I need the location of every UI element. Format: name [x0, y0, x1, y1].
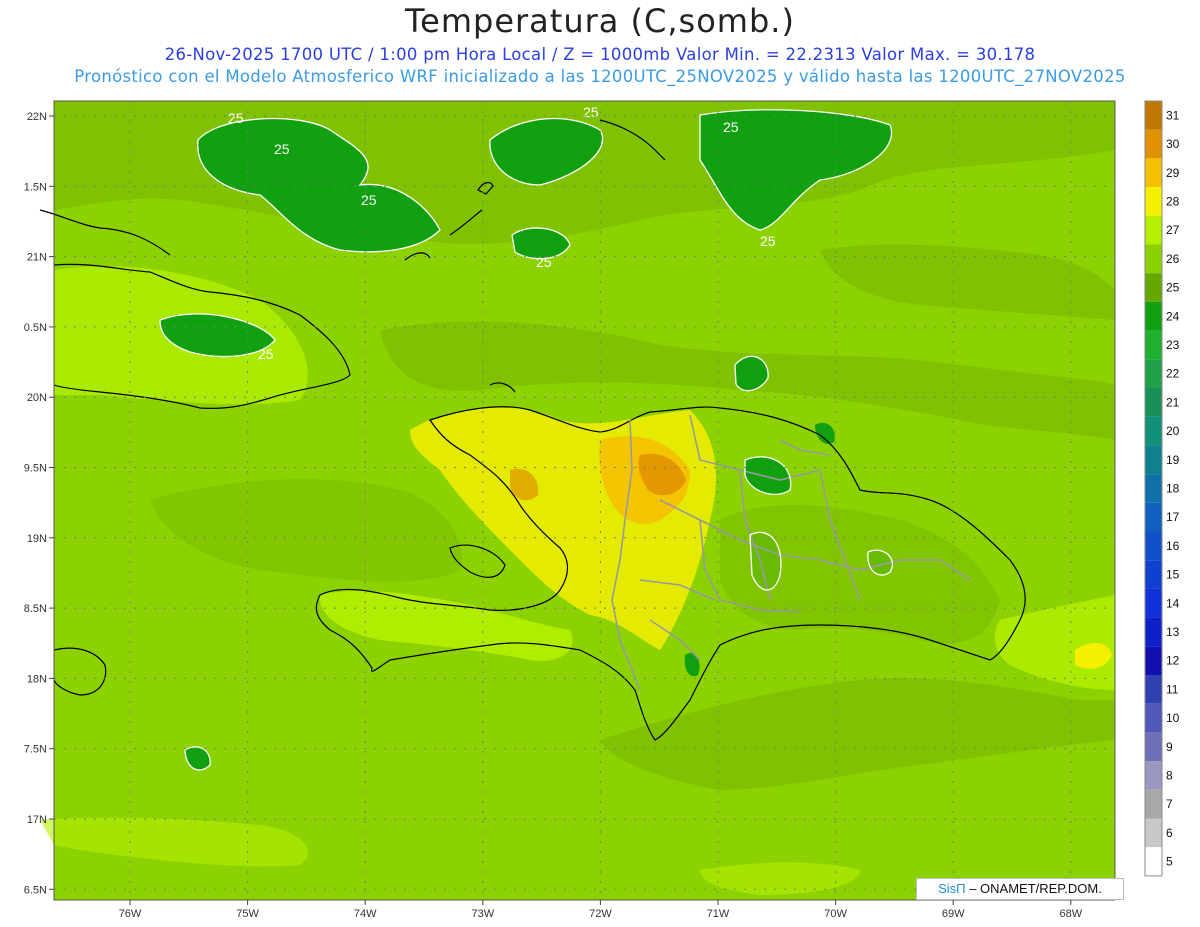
colorbar-swatch [1145, 301, 1162, 331]
colorbar-swatch [1145, 416, 1162, 446]
colorbar-label: 14 [1166, 596, 1180, 610]
lat-tick-label: 21N [27, 252, 47, 264]
colorbar-label: 18 [1166, 481, 1180, 495]
colorbar-swatch [1145, 502, 1162, 532]
colorbar-swatch [1145, 129, 1162, 159]
sispi-logo-text: SisΠ [938, 881, 966, 896]
colorbar-label: 21 [1166, 395, 1180, 409]
colorbar-label: 19 [1166, 453, 1180, 467]
contour-label: 25 [274, 141, 290, 157]
contour-label: 25 [583, 104, 599, 120]
colorbar-label: 7 [1166, 797, 1173, 811]
colorbar-label: 29 [1166, 166, 1180, 180]
colorbar-swatch [1145, 560, 1162, 589]
colorbar-label: 20 [1166, 424, 1180, 438]
colorbar-swatch [1145, 675, 1162, 704]
colorbar-label: 8 [1166, 768, 1173, 782]
colorbar-swatch [1145, 388, 1162, 417]
colorbar-swatch [1145, 818, 1162, 848]
colorbar-swatch [1145, 588, 1162, 618]
colorbar-swatch [1145, 617, 1162, 647]
colorbar-label: 22 [1166, 367, 1180, 381]
latitude-ticks: 22N 1.5N 21N 0.5N 20N 9.5N 19N 8.5N 18N 7.5N 17N 6.… [24, 111, 54, 896]
lon-tick-label: 73W [471, 908, 494, 920]
colorbar-label: 28 [1166, 194, 1180, 208]
contour-label: 25 [258, 346, 274, 362]
colorbar-label: 13 [1166, 625, 1180, 639]
colorbar-swatch [1145, 531, 1162, 561]
lat-tick-label: 0.5N [24, 322, 47, 334]
valid-time-line: 26-Nov-2025 1700 UTC / 1:00 pm Hora Loca… [164, 45, 1036, 64]
colorbar-label: 11 [1166, 682, 1179, 696]
credit-text: – ONAMET/REP.DOM. [969, 881, 1102, 896]
lon-tick-label: 76W [119, 908, 142, 920]
lat-tick-label: 8.5N [24, 603, 47, 615]
credit-box: SisΠ – ONAMET/REP.DOM. [916, 878, 1124, 900]
colorbar-label: 15 [1166, 568, 1180, 582]
colorbar-swatch [1145, 445, 1162, 475]
colorbar-label: 24 [1166, 309, 1180, 323]
contour-label: 25 [760, 233, 776, 249]
lon-tick-label: 70W [824, 908, 847, 920]
lon-tick-label: 68W [1059, 908, 1082, 920]
colorbar-swatch [1145, 789, 1162, 819]
lat-tick-label: 17N [27, 814, 47, 826]
contour-label: 25 [536, 254, 552, 270]
colorbar-label: 26 [1166, 252, 1180, 266]
colorbar-swatch [1145, 646, 1162, 675]
lat-tick-label: 7.5N [24, 744, 47, 756]
contour-label: 25 [228, 110, 244, 126]
lat-tick-label: 18N [27, 673, 47, 685]
colorbar-label: 6 [1166, 826, 1173, 840]
colorbar-swatch [1145, 101, 1162, 130]
colorbar-label: 31 [1166, 108, 1180, 122]
colorbar-swatch [1145, 847, 1162, 876]
longitude-ticks: 76W 75W 74W 73W 72W 71W 70W 69W 68W [119, 900, 1083, 920]
lat-tick-label: 22N [27, 111, 47, 123]
colorbar-swatch [1145, 215, 1162, 245]
colorbar-swatch [1145, 244, 1162, 274]
lat-tick-label: 20N [27, 392, 47, 404]
lat-tick-label: 6.5N [24, 884, 47, 896]
lat-tick-label: 1.5N [24, 181, 47, 193]
contour-label: 25 [361, 192, 377, 208]
colorbar-label: 23 [1166, 338, 1180, 352]
map-figure: 25 25 25 25 25 25 25 25 22N 1.5N 21N 0.5N 20… [24, 100, 1180, 920]
colorbar-swatch [1145, 474, 1162, 503]
lon-tick-label: 75W [236, 908, 259, 920]
colorbar-label: 16 [1166, 539, 1180, 553]
colorbar-swatch [1145, 703, 1162, 733]
colorbar-label: 5 [1166, 855, 1173, 869]
colorbar-swatch [1145, 158, 1162, 188]
colorbar-swatch [1145, 187, 1162, 216]
contour-label: 25 [723, 119, 739, 135]
colorbar-swatch [1145, 732, 1162, 762]
colorbar-swatch [1145, 761, 1162, 790]
lat-tick-label: 9.5N [24, 463, 47, 475]
colorbar-label: 9 [1166, 740, 1173, 754]
colorbar: 31 30 29 28 27 26 25 24 23 22 21 20 19 18 17 16 15 14 13 12… [1144, 100, 1180, 877]
colorbar-swatch [1145, 330, 1162, 360]
lon-tick-label: 72W [589, 908, 612, 920]
lon-tick-label: 71W [707, 908, 730, 920]
colorbar-label: 10 [1166, 711, 1180, 725]
colorbar-label: 30 [1166, 137, 1180, 151]
colorbar-label: 25 [1166, 281, 1180, 295]
colorbar-swatch [1145, 273, 1162, 302]
model-info-line: Pronóstico con el Modelo Atmosferico WRF… [74, 67, 1126, 86]
colorbar-label: 17 [1166, 510, 1180, 524]
map-title: Temperatura (C,somb.) [405, 2, 795, 40]
colorbar-swatch [1145, 359, 1162, 388]
lon-tick-label: 69W [942, 908, 965, 920]
lat-tick-label: 19N [27, 533, 47, 545]
colorbar-label: 12 [1166, 654, 1180, 668]
colorbar-label: 27 [1166, 223, 1180, 237]
lon-tick-label: 74W [354, 908, 377, 920]
